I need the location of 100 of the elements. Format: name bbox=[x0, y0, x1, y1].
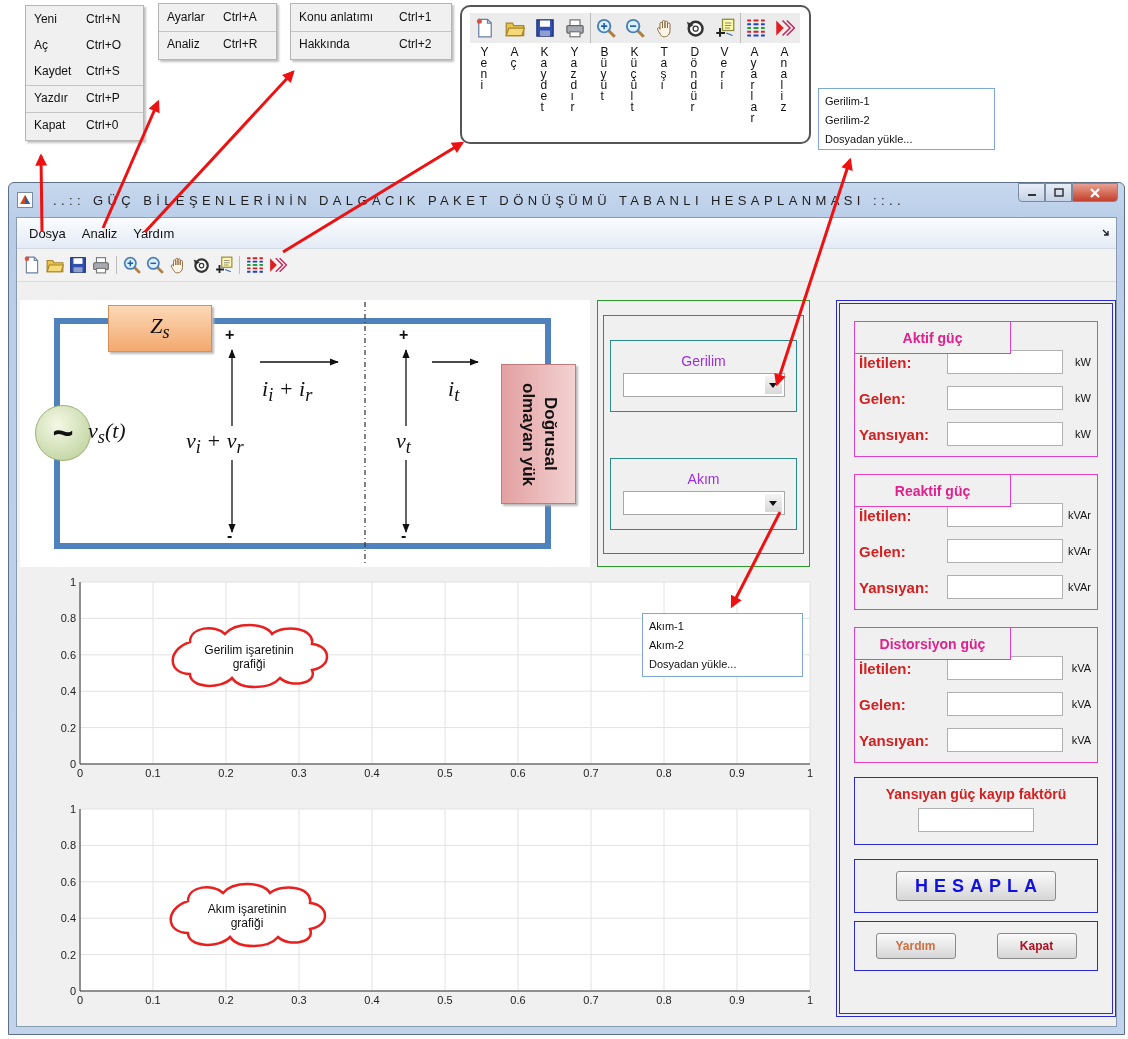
menu-shortcut: Ctrl+N bbox=[86, 12, 121, 27]
menu-item[interactable]: Hakkında bbox=[299, 37, 399, 52]
input-field[interactable] bbox=[947, 656, 1063, 680]
list-option[interactable]: Gerilim-2 bbox=[819, 111, 994, 130]
icon-label: Yeni bbox=[479, 47, 494, 91]
menu-item[interactable]: Kapat bbox=[34, 118, 86, 133]
axis-tick-label: 0.2 bbox=[60, 721, 76, 734]
minimize-button[interactable] bbox=[1018, 183, 1045, 202]
input-field[interactable] bbox=[918, 808, 1034, 832]
math-label: i$_{i}$ + i$_{r}$ bbox=[262, 376, 313, 408]
menu-shortcut: Ctrl+0 bbox=[86, 118, 119, 133]
axis-tick-label: 0.8 bbox=[656, 994, 672, 1006]
field-label: Yansıyan: bbox=[859, 578, 931, 596]
axis-tick-label: 0.8 bbox=[60, 839, 76, 852]
printer-icon[interactable] bbox=[91, 256, 110, 274]
field-label: Yansıyan güç kayıp faktörü bbox=[885, 786, 1067, 802]
zoom-out-icon[interactable] bbox=[145, 256, 164, 274]
axis-tick-label: 0.7 bbox=[583, 994, 599, 1006]
group-title: Reaktif güç bbox=[854, 474, 1011, 507]
impedance-box: Z$_{s}$ bbox=[108, 305, 212, 352]
axis-tick-label: 0.9 bbox=[729, 767, 745, 779]
zoom-in-icon[interactable] bbox=[122, 256, 141, 274]
axis-tick-label: 0 bbox=[69, 758, 76, 770]
chart-note: Akım işaretinin grafiği bbox=[206, 902, 288, 930]
field-label: Yansıyan: bbox=[859, 731, 931, 749]
close-button[interactable]: Kapat bbox=[996, 933, 1077, 959]
menu-shortcut: Ctrl+A bbox=[223, 10, 257, 25]
menu-item[interactable]: Yeni bbox=[34, 12, 86, 27]
input-field[interactable] bbox=[947, 350, 1063, 374]
menu-item[interactable]: Kaydet bbox=[34, 64, 86, 79]
menu-item[interactable]: Analiz bbox=[73, 225, 126, 241]
dock-arrow-icon[interactable] bbox=[1102, 229, 1110, 237]
icon-label: Büyüt bbox=[599, 47, 614, 102]
polarity-mark: - bbox=[227, 528, 233, 544]
rotate-icon bbox=[685, 18, 705, 38]
menu-shortcut: Ctrl+2 bbox=[399, 37, 432, 52]
dropdown[interactable] bbox=[622, 491, 785, 515]
menu-item[interactable]: Konu anlatımı bbox=[299, 10, 399, 25]
input-field[interactable] bbox=[947, 539, 1063, 563]
axis-tick-label: 0.2 bbox=[218, 994, 234, 1006]
axis-tick-label: 0.7 bbox=[583, 767, 599, 779]
menu-item[interactable]: Aç bbox=[34, 38, 86, 53]
menu-item[interactable]: Yazdır bbox=[34, 91, 86, 106]
axis-tick-label: 0.2 bbox=[60, 948, 76, 961]
menu-shortcut: Ctrl+S bbox=[86, 64, 120, 79]
polarity-mark: + bbox=[225, 327, 235, 343]
menu-item[interactable]: Ayarlar bbox=[167, 10, 223, 25]
icon-label: Ayarlar bbox=[749, 47, 764, 124]
data-cursor-icon[interactable] bbox=[214, 256, 233, 274]
selector-label: Akım bbox=[687, 471, 720, 487]
list-option[interactable]: Dosyadan yükle... bbox=[819, 130, 994, 149]
input-field[interactable] bbox=[947, 575, 1063, 599]
list-option[interactable]: Dosyadan yükle... bbox=[643, 655, 802, 674]
axis-tick-label: 0.4 bbox=[364, 994, 380, 1006]
caret-icon bbox=[769, 500, 777, 506]
menu-item[interactable]: Analiz bbox=[167, 37, 223, 52]
input-field[interactable] bbox=[947, 503, 1063, 527]
blank-page-icon[interactable] bbox=[22, 256, 41, 274]
unit-label: kVAr bbox=[1066, 581, 1091, 593]
input-field[interactable] bbox=[947, 422, 1063, 446]
input-field[interactable] bbox=[947, 728, 1063, 752]
axis-tick-label: 1 bbox=[806, 994, 814, 1006]
printer-icon bbox=[565, 18, 585, 38]
axis-tick-label: 0 bbox=[69, 985, 76, 997]
selector-label: Gerilim bbox=[681, 353, 726, 369]
dropdown[interactable] bbox=[622, 373, 785, 397]
load-box: Doğrusal olmayan yük bbox=[501, 364, 576, 504]
maximize-button[interactable] bbox=[1045, 183, 1072, 202]
zoom-out-icon bbox=[625, 18, 645, 38]
menu-item[interactable]: Dosya bbox=[21, 225, 74, 241]
icon-label: Taşı bbox=[659, 47, 673, 91]
list-option[interactable]: Gerilim-1 bbox=[819, 92, 994, 111]
input-field[interactable] bbox=[947, 692, 1063, 716]
axis-tick-label: 0.8 bbox=[60, 612, 76, 625]
input-field[interactable] bbox=[947, 386, 1063, 410]
unit-label: kW bbox=[1074, 428, 1091, 440]
field-label: İletilen: bbox=[859, 659, 913, 677]
field-label: İletilen: bbox=[859, 506, 913, 524]
axis-tick-label: 0.3 bbox=[291, 994, 307, 1006]
axis-tick-label: 0 bbox=[76, 994, 84, 1006]
menu-shortcut: Ctrl+R bbox=[223, 37, 258, 52]
close-button[interactable] bbox=[1072, 183, 1118, 202]
calculate-button[interactable]: HESAPLA bbox=[896, 871, 1056, 901]
chevrons-icon[interactable] bbox=[268, 256, 287, 274]
rotate-icon[interactable] bbox=[191, 256, 210, 274]
polarity-mark: - bbox=[401, 528, 407, 544]
chevrons-icon bbox=[775, 18, 795, 38]
list-option[interactable]: Akım-1 bbox=[643, 617, 802, 636]
striped-lines-icon[interactable] bbox=[245, 256, 264, 274]
maximize-icon bbox=[1053, 188, 1064, 197]
menu-item[interactable]: Yardım bbox=[125, 225, 183, 241]
axis-tick-label: 0.4 bbox=[364, 767, 380, 779]
polarity-mark: + bbox=[399, 327, 409, 343]
axis-tick-label: 1 bbox=[806, 767, 814, 779]
axis-tick-label: 0.6 bbox=[60, 875, 76, 888]
list-option[interactable]: Akım-2 bbox=[643, 636, 802, 655]
field-label: Gelen: bbox=[859, 389, 907, 407]
app-icon bbox=[17, 192, 33, 208]
unit-label: kW bbox=[1074, 356, 1091, 368]
caret-icon bbox=[769, 382, 777, 388]
